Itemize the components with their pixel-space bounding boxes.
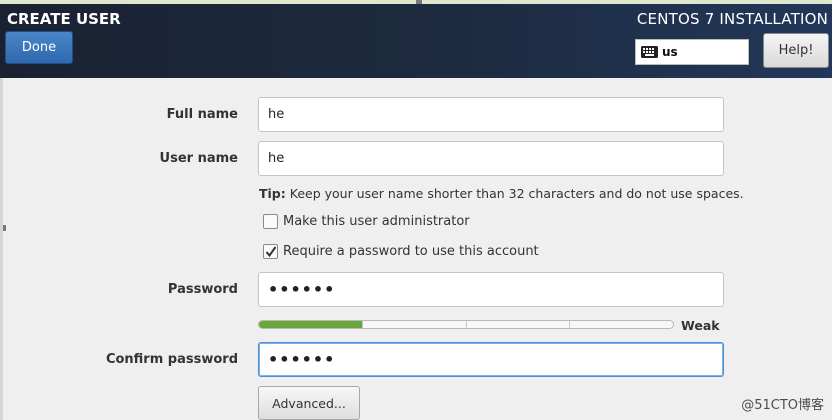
- watermark: @51CTO博客: [741, 398, 824, 413]
- strength-segment: [363, 321, 467, 328]
- require-password-label: Require a password to use this account: [283, 244, 539, 259]
- header-bar: CREATE USER Done CENTOS 7 INSTALLATION u…: [0, 4, 832, 78]
- strength-segment: [570, 321, 673, 328]
- admin-checkbox-label: Make this user administrator: [283, 214, 470, 229]
- password-field[interactable]: ••••••: [258, 272, 724, 307]
- help-button[interactable]: Help!: [763, 33, 829, 68]
- tip-text: Keep your user name shorter than 32 char…: [285, 186, 744, 201]
- tip-prefix: Tip:: [259, 186, 286, 201]
- confirm-password-label: Confirm password: [105, 352, 238, 367]
- require-password-checkbox-row[interactable]: Require a password to use this account: [263, 244, 539, 259]
- strength-segment: [467, 321, 571, 328]
- full-name-field[interactable]: he: [258, 97, 724, 132]
- checkmark-icon: [265, 246, 277, 258]
- admin-checkbox-row[interactable]: Make this user administrator: [263, 214, 470, 229]
- full-name-label: Full name: [166, 107, 238, 122]
- advanced-button[interactable]: Advanced...: [258, 386, 360, 420]
- password-strength-label: Weak: [681, 318, 720, 333]
- username-tip: Tip: Keep your user name shorter than 32…: [259, 186, 744, 201]
- done-button[interactable]: Done: [5, 31, 73, 64]
- keyboard-layout-indicator[interactable]: us: [635, 39, 749, 65]
- keyboard-layout-label: us: [662, 45, 678, 59]
- user-name-label: User name: [159, 151, 238, 166]
- left-edge: [0, 78, 3, 420]
- password-strength-bar: [258, 320, 674, 329]
- password-label: Password: [167, 282, 238, 297]
- strength-segment: [259, 321, 363, 328]
- installation-title: CENTOS 7 INSTALLATION: [636, 10, 828, 28]
- confirm-password-field[interactable]: ••••••: [258, 342, 724, 377]
- admin-checkbox[interactable]: [263, 214, 278, 229]
- spoke-title: CREATE USER: [7, 10, 121, 28]
- keyboard-icon: [641, 46, 658, 58]
- require-password-checkbox[interactable]: [263, 244, 278, 259]
- user-name-field[interactable]: he: [258, 141, 724, 176]
